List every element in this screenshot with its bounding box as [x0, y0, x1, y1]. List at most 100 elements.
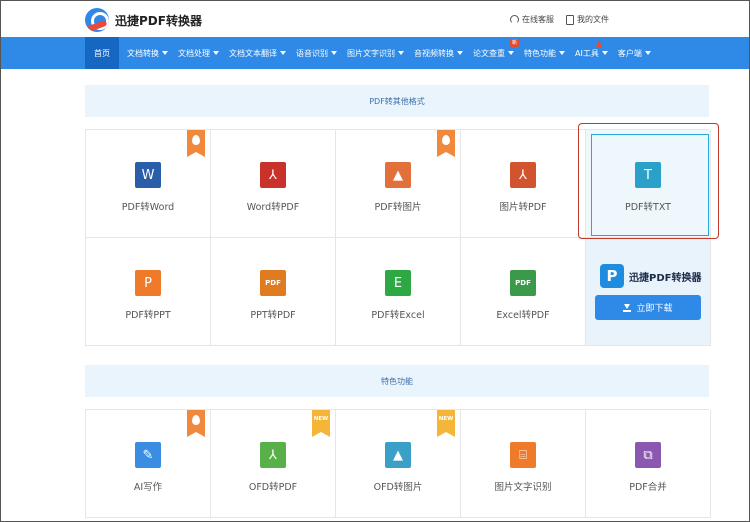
section-title-pdf-convert: PDF转其他格式	[85, 85, 709, 117]
download-promo: P 迅捷PDF转换器立即下载	[586, 238, 711, 346]
tile-label: AI写作	[133, 482, 163, 493]
tile-label: PDF转PPT	[125, 310, 171, 321]
chevron-down-icon	[601, 51, 608, 55]
hot-ribbon-icon	[187, 410, 205, 432]
chevron-down-icon	[559, 51, 565, 55]
nav-label: 文档转换	[127, 48, 159, 58]
tool-tile[interactable]: ⅄ Word转PDF	[211, 130, 336, 238]
tile-label: PDF转Word	[121, 202, 175, 213]
download-button[interactable]: 立即下载	[595, 295, 701, 320]
nav-item-features[interactable]: 特色功能	[519, 37, 570, 69]
tool-tile[interactable]: ⧉ PDF合并	[586, 410, 711, 518]
image-icon: ▲	[385, 162, 411, 188]
section-title-features: 特色功能	[85, 365, 709, 397]
word-icon: W	[135, 162, 161, 188]
tool-tile[interactable]: ▲ PDF转图片	[336, 130, 461, 238]
nav-label: 音视频转换	[414, 48, 454, 58]
tile-label: PDF转图片	[374, 202, 422, 213]
top-bar: 迅捷PDF转换器 在线客服 我的文件	[1, 1, 749, 37]
tool-tile[interactable]: ⅄ 图片转PDF	[461, 130, 586, 238]
ribbon-tail	[437, 152, 455, 157]
ocr-icon: ⌸	[510, 442, 536, 468]
nav-label: 文档文本翻译	[229, 48, 277, 58]
nav-label: 语音识别	[296, 48, 328, 58]
chevron-down-icon	[398, 51, 404, 55]
selection-highlight	[578, 123, 719, 239]
headset-icon	[510, 15, 519, 24]
online-service-label: 在线客服	[522, 15, 554, 24]
tool-tile[interactable]: PDF PPT转PDF	[211, 238, 336, 346]
nav-item-plagiarism[interactable]: 论文查重新	[468, 37, 519, 69]
chevron-down-icon	[280, 51, 286, 55]
chevron-down-icon	[644, 51, 651, 55]
ribbon-tail	[312, 432, 330, 437]
section-title: PDF转其他格式	[369, 96, 425, 106]
tool-tile[interactable]: E PDF转Excel	[336, 238, 461, 346]
excel-icon: E	[385, 270, 411, 296]
pdf-icon: ⅄	[510, 162, 536, 188]
pen-icon: ✎	[135, 442, 161, 468]
tool-tile[interactable]: NEW ⅄ OFD转PDF	[211, 410, 336, 518]
tool-tile[interactable]: P PDF转PPT	[86, 238, 211, 346]
promo-logo: P 迅捷PDF转换器	[600, 264, 701, 288]
promo-app-name: 迅捷PDF转换器	[629, 272, 702, 284]
nav-item-ai[interactable]: AI工具	[570, 37, 613, 69]
section-title: 特色功能	[381, 376, 413, 386]
tile-label: Word转PDF	[246, 202, 300, 213]
nav-item-doc-convert[interactable]: 文档转换	[122, 37, 173, 69]
nav-item-doc-process[interactable]: 文档处理	[173, 37, 224, 69]
nav-label: 文档处理	[178, 48, 210, 58]
tile-label: 图片转PDF	[499, 202, 547, 213]
tool-tile[interactable]: ⌸ 图片文字识别	[461, 410, 586, 518]
tool-tile[interactable]: NEW ▲ OFD转图片	[336, 410, 461, 518]
nav-label: 客户端	[617, 48, 642, 58]
nav-item-ocr[interactable]: 图片文字识别	[342, 37, 409, 69]
nav-label: AI工具	[575, 48, 599, 58]
pdf-icon: ⅄	[260, 442, 286, 468]
nav-item-translate[interactable]: 文档文本翻译	[224, 37, 291, 69]
tool-tile[interactable]: ✎ AI写作	[86, 410, 211, 518]
app-logo[interactable]: 迅捷PDF转换器	[85, 8, 202, 32]
logo-icon	[85, 8, 109, 32]
main-nav: 首页 文档转换 文档处理 文档文本翻译 语音识别 图片文字识别 音视频转换 论文…	[1, 37, 749, 69]
hot-ribbon-icon	[437, 130, 455, 152]
nav-label: 论文查重	[473, 48, 505, 58]
chevron-down-icon	[331, 51, 337, 55]
tool-tile[interactable]: PDF Excel转PDF	[461, 238, 586, 346]
tile-label: PPT转PDF	[250, 310, 296, 321]
ribbon-tail	[437, 432, 455, 437]
top-links: 在线客服 我的文件	[510, 14, 609, 25]
nav-item-client[interactable]: 客户端	[613, 37, 656, 69]
my-files-link[interactable]: 我的文件	[566, 14, 609, 25]
image-icon: ▲	[385, 442, 411, 468]
new-badge: 新	[509, 39, 519, 47]
tile-label: OFD转PDF	[248, 482, 298, 493]
pdf-icon: PDF	[260, 270, 286, 296]
my-files-label: 我的文件	[577, 15, 609, 24]
nav-item-av[interactable]: 音视频转换	[409, 37, 468, 69]
nav-label: 图片文字识别	[347, 48, 395, 58]
online-service-link[interactable]: 在线客服	[510, 14, 554, 25]
download-label: 立即下载	[636, 304, 673, 314]
chevron-down-icon	[162, 51, 168, 55]
chevron-down-icon	[457, 51, 463, 55]
chevron-down-icon	[213, 51, 219, 55]
pdf-icon: ⅄	[260, 162, 286, 188]
merge-icon: ⧉	[635, 442, 661, 468]
nav-label: 特色功能	[524, 48, 556, 58]
download-icon	[623, 303, 632, 312]
ribbon-tail	[187, 152, 205, 157]
document-icon	[566, 14, 574, 25]
ribbon-tail	[187, 432, 205, 437]
tile-label: PDF转Excel	[371, 310, 425, 321]
new-ribbon: NEW	[312, 410, 330, 432]
pdf-icon: PDF	[510, 270, 536, 296]
new-ribbon: NEW	[437, 410, 455, 432]
tool-tile[interactable]: W PDF转Word	[86, 130, 211, 238]
nav-item-speech[interactable]: 语音识别	[291, 37, 342, 69]
hot-ribbon-icon	[187, 130, 205, 152]
tile-label: Excel转PDF	[496, 310, 550, 321]
nav-item-home[interactable]: 首页	[85, 37, 119, 69]
tile-label: 图片文字识别	[494, 482, 552, 493]
chevron-down-icon	[508, 51, 514, 55]
